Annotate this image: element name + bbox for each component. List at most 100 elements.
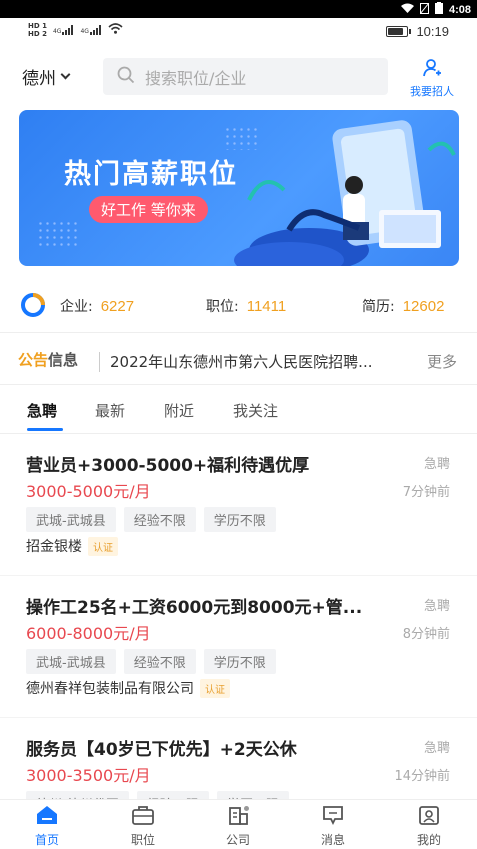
banner-subtitle: 好工作 等你来 (89, 196, 208, 223)
notice-bar[interactable]: 公告信息 2022年山东德州市第六人民医院招聘... 更多 (0, 346, 477, 376)
notice-tag-a: 公告 (18, 351, 49, 369)
tag-experience: 经验不限 (123, 649, 196, 674)
tag-location: 武城-武城县 (26, 649, 116, 674)
job-time: 7分钟前 (402, 485, 450, 500)
system-status-bar: 4:08 (0, 0, 477, 18)
nav-label: 公司 (225, 833, 250, 847)
job-tabs: 急聘 最新 附近 我关注 (0, 398, 477, 434)
job-salary: 3000-3500元/月 (26, 766, 151, 785)
nav-home[interactable]: 首页 (17, 804, 77, 848)
signal-icon-1: 4G (53, 25, 74, 35)
phone-status-row: HD 1 HD 2 4G 4G 10:19 (0, 20, 477, 46)
app-screen: 4:08 HD 1 HD 2 4G 4G 10:19 德州 搜索职位/企业 我要… (0, 0, 477, 849)
divider (0, 717, 477, 718)
hd1-label: HD 1 (28, 22, 47, 30)
stats-bar: 企业: 6227 职位: 11411 简历: 12602 (0, 290, 477, 320)
nav-profile[interactable]: 我的 (399, 804, 459, 848)
tab-nearby[interactable]: 附近 (164, 400, 194, 421)
battery-charging-icon (434, 2, 443, 17)
banner-illustration (234, 120, 456, 266)
tab-urgent[interactable]: 急聘 (27, 400, 57, 421)
nav-label: 我的 (416, 833, 441, 847)
job-company: 招金银楼 认证 (26, 536, 118, 556)
tag-education: 学历不限 (203, 649, 276, 674)
nav-label: 消息 (320, 833, 345, 847)
search-placeholder: 搜索职位/企业 (145, 68, 247, 88)
stat-label: 企业: (60, 299, 93, 315)
bottom-navigation: 首页 职位 公司 消息 我的 (0, 799, 477, 849)
wifi-icon (400, 3, 414, 16)
tag-experience: 经验不限 (123, 507, 196, 532)
job-time: 14分钟前 (394, 769, 450, 784)
notice-text[interactable]: 2022年山东德州市第六人民医院招聘... (110, 351, 400, 372)
divider (0, 575, 477, 576)
recruit-button[interactable]: 我要招人 (405, 58, 459, 99)
company-name: 招金银楼 (26, 539, 82, 555)
city-selector[interactable]: 德州 (22, 64, 71, 89)
verified-badge: 认证 (200, 678, 230, 698)
notice-tag-b: 信息 (48, 351, 79, 369)
job-title: 服务员【40岁已下优先】+2天公休 (26, 740, 297, 760)
job-card[interactable]: 营业员+3000-5000+福利待遇优厚 急聘 3000-5000元/月 7分钟… (0, 451, 477, 591)
divider (0, 384, 477, 385)
promo-banner[interactable]: 热门高薪职位 好工作 等你来 (19, 110, 459, 266)
nav-label: 职位 (130, 833, 155, 847)
company-name: 德州春祥包装制品有限公司 (26, 681, 194, 697)
hd2-label: HD 2 (28, 30, 47, 38)
job-card[interactable]: 操作工25名+工资6000元到8000元+管... 急聘 6000-8000元/… (0, 593, 477, 733)
stat-resumes: 简历: 12602 (362, 296, 444, 316)
recruiter-icon (405, 58, 459, 81)
verified-badge: 认证 (88, 536, 118, 556)
search-icon (117, 66, 135, 88)
app-header: 德州 搜索职位/企业 我要招人 (0, 56, 477, 98)
urgent-badge: 急聘 (423, 599, 450, 614)
stat-value: 11411 (246, 298, 287, 315)
active-tab-indicator (27, 428, 63, 431)
hd-indicator: HD 1 HD 2 (28, 22, 47, 38)
stat-value: 6227 (100, 298, 135, 315)
nav-companies[interactable]: 公司 (208, 804, 268, 848)
notice-tag: 公告信息 (18, 349, 78, 370)
job-salary: 6000-8000元/月 (26, 624, 151, 643)
divider (0, 332, 477, 333)
divider (0, 433, 477, 434)
banner-dots-decoration (37, 220, 77, 250)
job-title: 操作工25名+工资6000元到8000元+管... (26, 598, 363, 618)
notice-more-link[interactable]: 更多 (427, 351, 457, 372)
city-label: 德州 (22, 69, 56, 89)
stat-jobs: 职位: 11411 (206, 296, 286, 316)
nav-messages[interactable]: 消息 (303, 804, 363, 848)
no-sim-icon (419, 2, 430, 17)
stat-label: 职位: (206, 299, 239, 315)
signal-icon-2: 4G (80, 25, 101, 35)
app-logo-icon (20, 292, 46, 322)
signal2-label: 4G (80, 28, 89, 35)
job-salary: 3000-5000元/月 (26, 482, 151, 501)
urgent-badge: 急聘 (423, 457, 450, 472)
tag-location: 武城-武城县 (26, 507, 116, 532)
tag-education: 学历不限 (203, 507, 276, 532)
job-time: 8分钟前 (402, 627, 450, 642)
nav-label: 首页 (34, 833, 59, 847)
notice-separator (99, 352, 100, 372)
battery-icon (386, 26, 412, 37)
system-time: 4:08 (448, 3, 471, 16)
profile-icon (399, 804, 459, 829)
job-tags: 武城-武城县 经验不限 学历不限 (26, 649, 276, 674)
search-input[interactable]: 搜索职位/企业 (103, 58, 388, 95)
home-icon (17, 804, 77, 829)
briefcase-icon (113, 804, 173, 829)
stat-label: 简历: (362, 299, 395, 315)
wifi-icon (108, 23, 123, 37)
nav-jobs[interactable]: 职位 (113, 804, 173, 848)
tab-following[interactable]: 我关注 (233, 400, 278, 421)
banner-title: 热门高薪职位 (64, 159, 238, 190)
job-company: 德州春祥包装制品有限公司 认证 (26, 678, 230, 698)
tab-latest[interactable]: 最新 (95, 400, 125, 421)
job-tags: 武城-武城县 经验不限 学历不限 (26, 507, 276, 532)
chevron-down-icon (60, 69, 71, 80)
signal1-label: 4G (52, 28, 62, 35)
phone-time: 10:19 (416, 24, 449, 39)
message-icon (303, 804, 363, 829)
urgent-badge: 急聘 (423, 741, 450, 756)
